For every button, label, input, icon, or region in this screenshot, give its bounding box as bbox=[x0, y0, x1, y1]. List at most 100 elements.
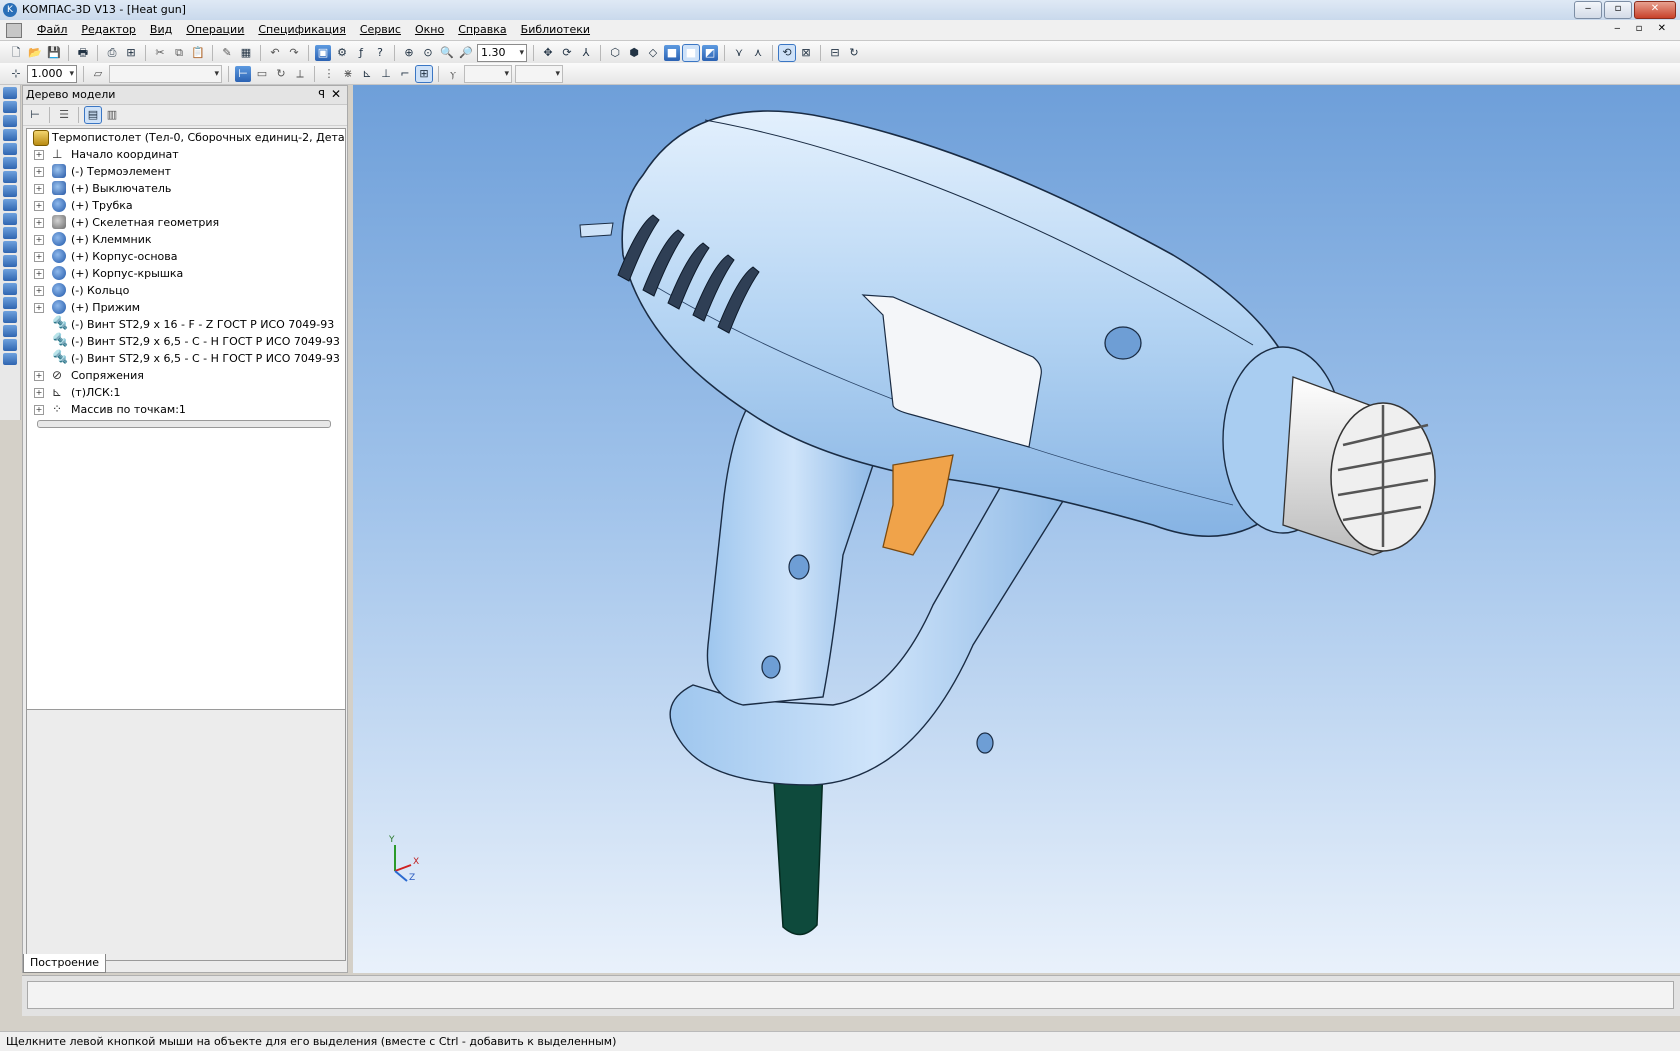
tree-horizontal-scrollbar[interactable] bbox=[37, 420, 331, 428]
open-file-icon[interactable]: 📂 bbox=[27, 45, 43, 61]
properties-icon[interactable]: ✎ bbox=[219, 45, 235, 61]
zoom-combo[interactable]: 1.30 bbox=[477, 44, 527, 62]
analysis-icon[interactable] bbox=[3, 297, 17, 309]
plane-icon[interactable]: ▭ bbox=[254, 66, 270, 82]
help-pointer-icon[interactable]: ? bbox=[372, 45, 388, 61]
edit-details-icon[interactable] bbox=[3, 87, 17, 99]
menu-operations[interactable]: Операции bbox=[179, 22, 251, 37]
menu-service[interactable]: Сервис bbox=[353, 22, 408, 37]
parameters-icon[interactable]: ⚙ bbox=[334, 45, 350, 61]
orientation-icon[interactable]: ⅄ bbox=[578, 45, 594, 61]
shaded-icon[interactable]: ■ bbox=[664, 45, 680, 61]
print-icon[interactable]: 🖶 bbox=[75, 45, 91, 61]
expand-icon[interactable]: + bbox=[34, 167, 44, 177]
reconstruct-icon[interactable]: ⟲ bbox=[778, 44, 796, 62]
copy-icon[interactable]: ⧉ bbox=[171, 45, 187, 61]
close-panel-icon[interactable]: ✕ bbox=[331, 87, 341, 101]
refresh-icon[interactable]: ↻ bbox=[846, 45, 862, 61]
tree-order-icon[interactable]: ▤ bbox=[84, 106, 102, 124]
rotate-icon[interactable]: ⟳ bbox=[559, 45, 575, 61]
zoom-window-icon[interactable]: ⊕ bbox=[401, 45, 417, 61]
filter-icon[interactable]: ⋎ bbox=[731, 45, 747, 61]
sheet-metal-icon[interactable] bbox=[3, 255, 17, 267]
expand-icon[interactable]: + bbox=[34, 286, 44, 296]
tree-split-icon[interactable]: ▥ bbox=[104, 107, 120, 123]
expand-icon[interactable]: + bbox=[34, 269, 44, 279]
dimensions-icon[interactable] bbox=[3, 227, 17, 239]
close-button[interactable]: ✕ bbox=[1634, 1, 1676, 19]
maximize-button[interactable]: ▫ bbox=[1604, 1, 1632, 19]
tab-build[interactable]: Построение bbox=[23, 954, 107, 973]
expand-icon[interactable]: + bbox=[34, 303, 44, 313]
expand-icon[interactable]: + bbox=[34, 201, 44, 211]
step-icon[interactable]: ⊹ bbox=[8, 66, 24, 82]
layer-icon[interactable]: ▱ bbox=[90, 66, 106, 82]
expand-icon[interactable]: + bbox=[34, 405, 44, 415]
mates-tools-icon[interactable] bbox=[3, 241, 17, 253]
grid-icon[interactable]: ⋮ bbox=[321, 66, 337, 82]
menu-libraries[interactable]: Библиотеки bbox=[514, 22, 597, 37]
thin-lines-icon[interactable]: ◇ bbox=[645, 45, 661, 61]
rounding-icon[interactable]: ⌐ bbox=[397, 66, 413, 82]
shaded-edges-icon[interactable]: ■ bbox=[682, 44, 700, 62]
table-icon[interactable]: ▦ bbox=[238, 45, 254, 61]
cut-icon[interactable]: ✂ bbox=[152, 45, 168, 61]
tree-icon[interactable]: ▣ bbox=[315, 45, 331, 61]
snaps-icon[interactable]: ⋇ bbox=[340, 66, 356, 82]
layer-combo[interactable] bbox=[109, 65, 222, 83]
expand-icon[interactable]: + bbox=[34, 235, 44, 245]
model-tree[interactable]: Термопистолет (Тел-0, Сборочных единиц-2… bbox=[26, 128, 346, 710]
hidden-lines-icon[interactable]: ⬢ bbox=[626, 45, 642, 61]
filters-icon[interactable] bbox=[3, 185, 17, 197]
orthogonal-icon[interactable]: ⟂ bbox=[292, 66, 308, 82]
assembly-tools-icon[interactable] bbox=[3, 101, 17, 113]
coord-x-field[interactable] bbox=[464, 65, 512, 83]
minimize-button[interactable]: ‒ bbox=[1574, 1, 1602, 19]
tree-view-mode-icon[interactable]: ☰ bbox=[56, 107, 72, 123]
spatial-curves-icon[interactable] bbox=[3, 115, 17, 127]
model-viewport[interactable]: Y X Z bbox=[353, 85, 1680, 973]
paste-icon[interactable]: 📋 bbox=[190, 45, 206, 61]
binding-icon[interactable]: ⊞ bbox=[415, 65, 433, 83]
properties-field[interactable] bbox=[27, 981, 1674, 1009]
specification-icon[interactable]: ⊟ bbox=[827, 45, 843, 61]
specification-tools-icon[interactable] bbox=[3, 199, 17, 211]
coord-y-field[interactable] bbox=[515, 65, 563, 83]
local-cs-icon[interactable]: ⊾ bbox=[359, 66, 375, 82]
zoom-icon[interactable]: 🔎 bbox=[458, 45, 474, 61]
expand-icon[interactable]: + bbox=[34, 218, 44, 228]
perspective-icon[interactable]: ◩ bbox=[702, 45, 718, 61]
ortho-mode-icon[interactable]: ⊥ bbox=[378, 66, 394, 82]
tree-root[interactable]: Термопистолет (Тел-0, Сборочных единиц-2… bbox=[27, 129, 345, 146]
variables-icon[interactable]: ƒ bbox=[353, 45, 369, 61]
undo-icon[interactable]: ↶ bbox=[267, 45, 283, 61]
more-tools-icon[interactable] bbox=[3, 353, 17, 365]
tree-structure-icon[interactable]: ⊢ bbox=[27, 107, 43, 123]
selection-icon[interactable]: ⋏ bbox=[750, 45, 766, 61]
manager-icon[interactable]: ⊞ bbox=[123, 45, 139, 61]
preview-icon[interactable]: ⎙ bbox=[104, 45, 120, 61]
save-icon[interactable]: 💾 bbox=[46, 45, 62, 61]
document-window-controls[interactable]: ‒ ▫ ✕ bbox=[1614, 23, 1672, 34]
document-icon[interactable] bbox=[6, 23, 22, 38]
redo-icon[interactable]: ↷ bbox=[286, 45, 302, 61]
scale-combo[interactable]: 1.000 bbox=[27, 65, 77, 83]
expand-icon[interactable]: + bbox=[34, 388, 44, 398]
expand-icon[interactable]: + bbox=[34, 371, 44, 381]
menu-specification[interactable]: Спецификация bbox=[251, 22, 352, 37]
surfaces-icon[interactable] bbox=[3, 129, 17, 141]
auxiliary-geometry-icon[interactable] bbox=[3, 157, 17, 169]
library-icon[interactable] bbox=[3, 311, 17, 323]
measure-icon[interactable]: ⊠ bbox=[798, 45, 814, 61]
export-icon[interactable] bbox=[3, 339, 17, 351]
menu-window[interactable]: Окно bbox=[408, 22, 451, 37]
menu-file[interactable]: Файл bbox=[30, 22, 74, 37]
pan-icon[interactable]: ✥ bbox=[540, 45, 556, 61]
arrays-icon[interactable] bbox=[3, 143, 17, 155]
expand-icon[interactable]: + bbox=[34, 252, 44, 262]
pin-icon[interactable]: ꟼ bbox=[318, 88, 325, 101]
expand-icon[interactable]: + bbox=[34, 184, 44, 194]
menu-help[interactable]: Справка bbox=[451, 22, 513, 37]
new-file-icon[interactable]: 🗋 bbox=[8, 45, 24, 61]
menu-edit[interactable]: Редактор bbox=[74, 22, 143, 37]
